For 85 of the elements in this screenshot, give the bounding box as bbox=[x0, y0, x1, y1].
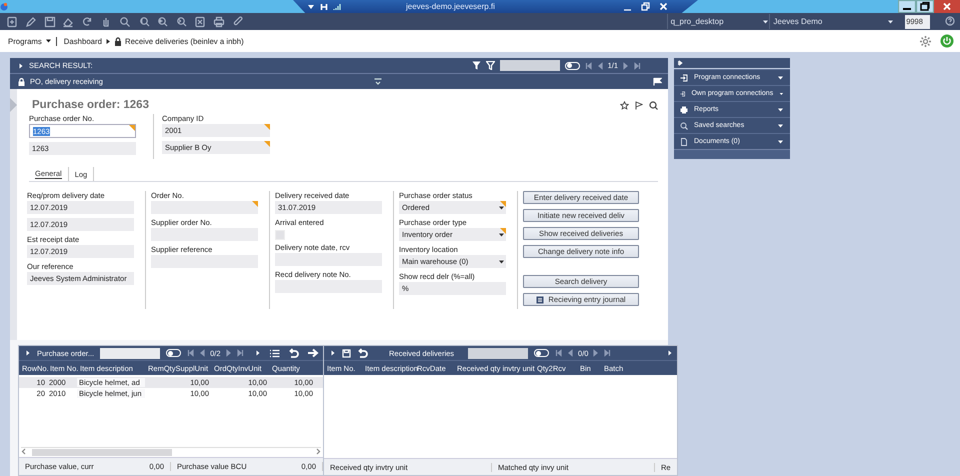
enter-icon bbox=[680, 90, 686, 98]
caret-icon bbox=[777, 138, 784, 144]
star-icon[interactable] bbox=[620, 100, 629, 110]
search-back-icon[interactable] bbox=[156, 16, 168, 28]
undo-icon[interactable] bbox=[288, 348, 299, 358]
previous-page-icon[interactable] bbox=[199, 349, 206, 357]
caret-icon[interactable] bbox=[44, 38, 52, 44]
caret-icon bbox=[779, 90, 784, 96]
collapse-icon[interactable] bbox=[374, 78, 382, 86]
environment-dropdown[interactable]: q_pro_desktop bbox=[666, 14, 769, 29]
search-field[interactable] bbox=[500, 60, 560, 71]
next-page-icon[interactable] bbox=[623, 62, 629, 70]
next-page-icon[interactable] bbox=[226, 349, 232, 357]
power-icon[interactable] bbox=[940, 34, 954, 48]
caret-icon bbox=[777, 106, 784, 112]
enter-icon bbox=[680, 74, 688, 82]
print-icon bbox=[680, 106, 688, 114]
lock-icon bbox=[114, 36, 122, 46]
caret-icon bbox=[777, 74, 784, 80]
first-page-icon[interactable] bbox=[584, 62, 592, 70]
last-page-icon[interactable] bbox=[236, 349, 244, 357]
app-logo-icon bbox=[0, 2, 8, 11]
print-icon[interactable] bbox=[212, 16, 225, 28]
chevron-icon bbox=[104, 38, 111, 44]
undo-icon[interactable] bbox=[357, 348, 368, 358]
signal-icon bbox=[333, 2, 341, 10]
caret-icon bbox=[762, 18, 769, 24]
help-icon[interactable] bbox=[945, 16, 955, 26]
database-dropdown[interactable]: Jeeves Demo bbox=[769, 14, 894, 29]
last-page-icon[interactable] bbox=[604, 349, 612, 357]
first-page-icon[interactable] bbox=[555, 349, 562, 357]
close-icon[interactable] bbox=[659, 2, 668, 11]
pencil-icon[interactable] bbox=[24, 16, 37, 28]
expand-icon[interactable] bbox=[255, 349, 261, 357]
input-field[interactable] bbox=[151, 201, 258, 214]
filter-icon[interactable] bbox=[472, 61, 481, 70]
search-previous-icon[interactable] bbox=[138, 16, 150, 28]
next-page-icon[interactable] bbox=[593, 349, 600, 357]
eraser-icon[interactable] bbox=[62, 16, 74, 28]
expand-panel-icon[interactable] bbox=[678, 60, 684, 66]
restore-icon[interactable] bbox=[916, 0, 934, 13]
save-icon[interactable] bbox=[44, 16, 56, 28]
forward-arrow-icon[interactable] bbox=[307, 348, 319, 358]
journal-icon bbox=[536, 296, 544, 304]
scroll-left-icon[interactable] bbox=[21, 448, 26, 455]
refresh-icon[interactable] bbox=[81, 16, 94, 28]
dropdown-icon[interactable] bbox=[307, 4, 315, 10]
previous-page-icon[interactable] bbox=[567, 349, 574, 357]
restore-icon[interactable] bbox=[641, 2, 650, 11]
paperclip-icon[interactable] bbox=[232, 16, 244, 28]
window-title: jeeves-demo.jeeveserp.fi bbox=[406, 2, 495, 11]
marker-icon bbox=[10, 98, 17, 112]
minimize-icon[interactable] bbox=[898, 0, 916, 13]
first-page-icon[interactable] bbox=[187, 349, 194, 357]
expand-icon[interactable] bbox=[18, 62, 24, 70]
last-page-icon[interactable] bbox=[634, 62, 641, 70]
pin-icon[interactable] bbox=[320, 2, 328, 10]
checkbox[interactable] bbox=[275, 230, 285, 240]
new-document-icon[interactable] bbox=[6, 16, 18, 28]
expand-icon[interactable] bbox=[25, 349, 31, 357]
settings-icon[interactable] bbox=[919, 34, 932, 48]
toggle-switch[interactable] bbox=[534, 349, 550, 357]
search-icon bbox=[680, 122, 688, 130]
caret-icon bbox=[498, 232, 505, 238]
scroll-right-icon[interactable] bbox=[316, 448, 321, 455]
filter-field[interactable] bbox=[468, 348, 528, 358]
lock-icon bbox=[18, 78, 25, 86]
filter-field[interactable] bbox=[100, 348, 160, 358]
caret-icon bbox=[498, 259, 505, 265]
caret-icon bbox=[887, 18, 894, 24]
document-icon bbox=[680, 138, 688, 146]
filter-outline-icon[interactable] bbox=[486, 61, 495, 70]
expand-icon[interactable] bbox=[330, 349, 336, 357]
search-icon[interactable] bbox=[118, 16, 131, 28]
caret-icon bbox=[777, 122, 784, 128]
list-icon[interactable] bbox=[269, 348, 280, 358]
flag-icon[interactable] bbox=[635, 100, 643, 110]
close-icon[interactable] bbox=[934, 0, 960, 13]
form-title: Purchase order: 1263 bbox=[32, 99, 149, 111]
caret-icon bbox=[498, 205, 505, 211]
toggle-switch[interactable] bbox=[564, 62, 580, 70]
search-icon[interactable] bbox=[649, 100, 658, 110]
previous-page-icon[interactable] bbox=[596, 62, 603, 70]
toggle-switch[interactable] bbox=[166, 349, 182, 357]
search-next-icon[interactable] bbox=[175, 16, 188, 28]
